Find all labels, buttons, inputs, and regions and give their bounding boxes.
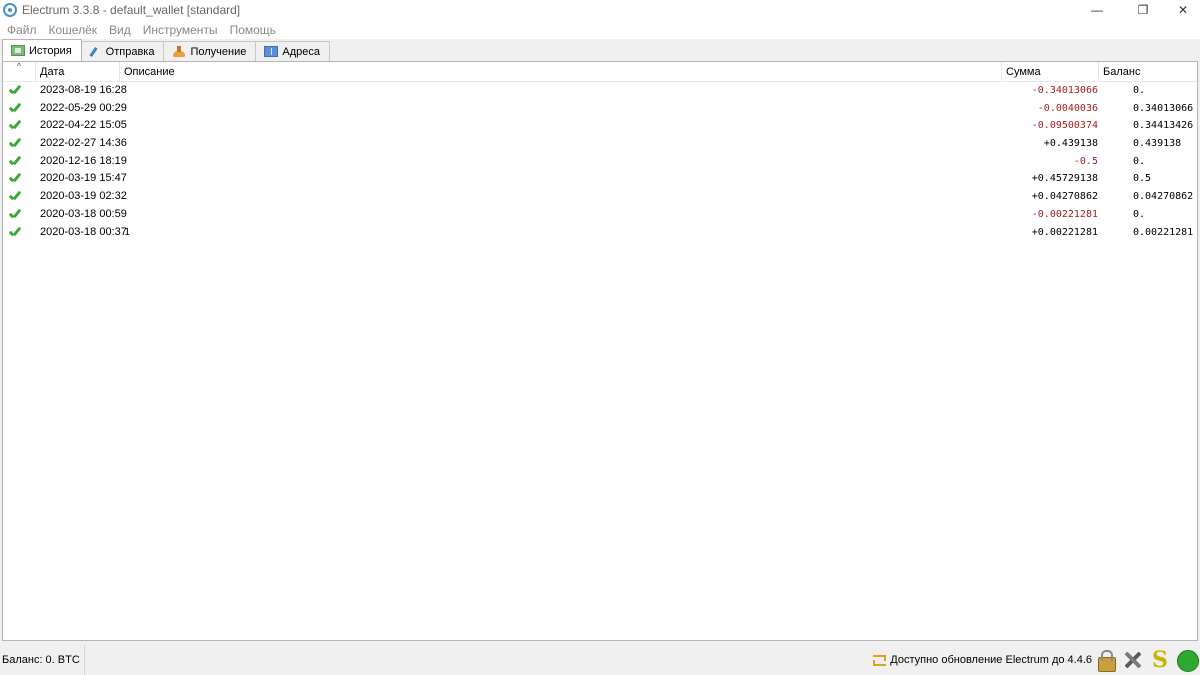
history-header: ^ Дата Описание Сумма Баланс <box>3 62 1197 82</box>
table-row[interactable]: 2020-03-19 15:47 +0.45729138 0.5 <box>3 170 1197 188</box>
menu-tools[interactable]: Инструменты <box>137 23 224 37</box>
table-row[interactable]: 2023-08-19 16:28 -0.34013066 0. <box>3 82 1197 100</box>
window-controls: — ❐ ✕ <box>1074 0 1200 20</box>
confirmed-check-icon <box>8 103 22 114</box>
row-amount: -0.34013066 <box>1031 85 1098 96</box>
menu-help[interactable]: Помощь <box>224 23 282 37</box>
history-panel: ^ Дата Описание Сумма Баланс 2023-08-19 … <box>2 61 1198 641</box>
menu-view[interactable]: Вид <box>103 23 137 37</box>
row-balance: 0.00221281 <box>1133 226 1194 238</box>
row-balance: 0. <box>1133 85 1146 96</box>
confirmed-check-icon <box>8 156 22 167</box>
row-description: 1 <box>124 226 131 238</box>
confirmed-check-icon <box>8 85 22 96</box>
send-icon <box>90 46 102 57</box>
row-date: 2020-12-16 18:19 <box>40 154 127 167</box>
seed-button[interactable]: S <box>1147 647 1173 673</box>
confirmed-check-icon <box>8 138 22 149</box>
preferences-tools-button[interactable] <box>1120 647 1146 673</box>
column-balance-header[interactable]: Баланс <box>1099 62 1197 82</box>
title-bar: Electrum 3.3.8 - default_wallet [standar… <box>0 0 1200 20</box>
table-row[interactable]: 2022-05-29 00:29 -0.0040036 0.34013066 <box>3 100 1197 118</box>
history-rows: 2023-08-19 16:28 -0.34013066 0. 2022-05-… <box>3 82 1197 241</box>
minimize-button[interactable]: — <box>1074 0 1120 20</box>
row-date: 2020-03-19 15:47 <box>40 172 127 185</box>
electrum-logo-icon <box>3 3 17 17</box>
confirmed-check-icon <box>8 227 22 238</box>
maximize-button[interactable]: ❐ <box>1120 0 1166 20</box>
row-date: 2022-02-27 14:36 <box>40 137 127 150</box>
row-balance: 0.34413426 <box>1133 120 1194 132</box>
table-row[interactable]: 2020-03-18 00:37 1 +0.00221281 0.0022128… <box>3 224 1197 242</box>
close-button[interactable]: ✕ <box>1166 0 1200 20</box>
tab-history[interactable]: История <box>2 39 82 61</box>
row-date: 2022-04-22 15:05 <box>40 119 127 132</box>
balance-label: Баланс: 0. BTC <box>2 645 85 675</box>
tab-addresses[interactable]: Адреса <box>255 41 330 61</box>
column-amount-header[interactable]: Сумма <box>1002 62 1099 82</box>
confirmed-check-icon <box>8 120 22 131</box>
addresses-icon <box>264 46 279 57</box>
row-amount: +0.00221281 <box>1031 226 1098 238</box>
row-date: 2020-03-18 00:59 <box>40 207 127 220</box>
window-title: Electrum 3.3.8 - default_wallet [standar… <box>22 3 241 17</box>
row-amount: -0.5 <box>1073 155 1098 167</box>
tab-addresses-label: Адреса <box>282 45 320 58</box>
menu-file[interactable]: Файл <box>0 23 43 37</box>
network-status-icon[interactable] <box>1174 647 1200 673</box>
sort-indicator-icon: ^ <box>16 61 22 71</box>
confirmed-check-icon <box>8 173 22 184</box>
tab-bar: История Отправка Получение Адреса <box>0 39 1200 61</box>
row-balance: 0.34013066 <box>1133 102 1194 114</box>
status-bar: Баланс: 0. BTC Доступно обновление Elect… <box>0 645 1200 675</box>
table-row[interactable]: 2022-02-27 14:36 +0.439138 0.439138 <box>3 135 1197 153</box>
password-lock-button[interactable] <box>1093 647 1119 673</box>
status-icons: S <box>1092 645 1200 675</box>
table-row[interactable]: 2022-04-22 15:05 -0.09500374 0.34413426 <box>3 117 1197 135</box>
row-balance: 0.04270862 <box>1133 191 1194 203</box>
tab-send[interactable]: Отправка <box>80 41 165 61</box>
update-arrows-icon <box>873 654 887 666</box>
table-row[interactable]: 2020-03-19 02:32 +0.04270862 0.04270862 <box>3 188 1197 206</box>
menu-bar: Файл Кошелёк Вид Инструменты Помощь <box>0 20 1200 39</box>
column-description-header[interactable]: Описание <box>120 62 1002 82</box>
row-amount: -0.0040036 <box>1037 102 1098 114</box>
row-date: 2022-05-29 00:29 <box>40 101 127 114</box>
update-notice[interactable]: Доступно обновление Electrum до 4.4.6 <box>873 645 1092 675</box>
row-amount: +0.439138 <box>1043 138 1098 150</box>
update-text: Доступно обновление Electrum до 4.4.6 <box>890 654 1092 666</box>
row-amount: +0.04270862 <box>1031 191 1098 203</box>
tab-receive-label: Получение <box>190 45 247 58</box>
row-amount: +0.45729138 <box>1031 173 1098 185</box>
column-status-header[interactable]: ^ <box>3 62 36 82</box>
history-icon <box>11 45 25 56</box>
row-balance: 0.439138 <box>1133 138 1182 150</box>
menu-wallet[interactable]: Кошелёк <box>43 23 104 37</box>
row-date: 2020-03-18 00:37 <box>40 225 127 238</box>
confirmed-check-icon <box>8 209 22 220</box>
column-date-header[interactable]: Дата <box>36 62 120 82</box>
row-balance: 0.5 <box>1133 173 1152 185</box>
tab-history-label: История <box>29 44 72 57</box>
row-balance: 0. <box>1133 208 1146 220</box>
tab-receive[interactable]: Получение <box>163 41 257 61</box>
confirmed-check-icon <box>8 191 22 202</box>
tab-send-label: Отправка <box>105 45 155 58</box>
row-amount: -0.00221281 <box>1031 208 1098 220</box>
row-date: 2020-03-19 02:32 <box>40 190 127 203</box>
receive-icon <box>172 46 186 57</box>
row-balance: 0. <box>1133 155 1146 167</box>
table-row[interactable]: 2020-12-16 18:19 -0.5 0. <box>3 153 1197 171</box>
row-amount: -0.09500374 <box>1031 120 1098 132</box>
table-row[interactable]: 2020-03-18 00:59 -0.00221281 0. <box>3 206 1197 224</box>
row-date: 2023-08-19 16:28 <box>40 84 127 96</box>
